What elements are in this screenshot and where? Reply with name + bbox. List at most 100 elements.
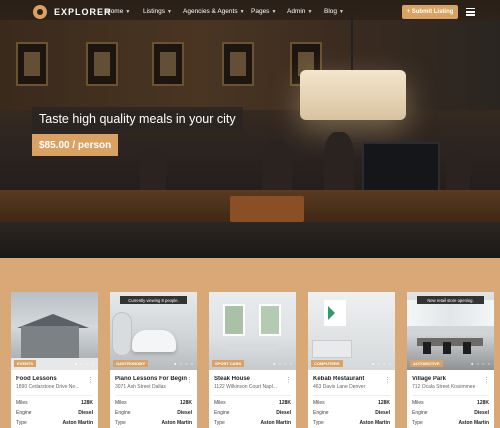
carousel-dots[interactable]: ● ○ ○ ○ [174, 361, 194, 366]
spec-value: Aston Martin [359, 420, 390, 426]
spec-value: Diesel [78, 410, 93, 416]
category-badge[interactable]: COMPUTERS [311, 360, 343, 367]
spec-label: Type [412, 420, 423, 426]
listing-title[interactable]: Village Park [412, 376, 484, 382]
listing-address: 463 Davis Lane Denver [313, 384, 366, 390]
nav-item-home[interactable]: Home ▼ [106, 8, 130, 15]
spec-row: Engine Diesel [115, 410, 192, 416]
more-options-icon[interactable]: ⋮ [87, 377, 94, 384]
nav-item-label: Home [106, 8, 124, 15]
more-options-icon[interactable]: ⋮ [384, 377, 391, 384]
spec-label: Engine [214, 410, 230, 416]
spec-value: Diesel [177, 410, 192, 416]
carousel-dots[interactable]: ● ○ ○ ○ [75, 361, 95, 366]
divider [313, 395, 390, 396]
divider [412, 395, 489, 396]
spec-value: 128K [180, 400, 192, 406]
more-options-icon[interactable]: ⋮ [186, 377, 193, 384]
spec-label: Type [214, 420, 225, 426]
spec-value: Diesel [375, 410, 390, 416]
spec-value: 128K [279, 400, 291, 406]
spec-value: 128K [81, 400, 93, 406]
spec-value: 128K [378, 400, 390, 406]
listing-address: 712 Ocala Street Kissimmee [412, 384, 476, 390]
nav-item-blog[interactable]: Blog ▼ [324, 8, 344, 15]
carousel-dots[interactable]: ● ○ ○ ○ [273, 361, 293, 366]
spec-row: Miles 128K [412, 400, 489, 406]
nav-item-label: Listings [143, 8, 166, 15]
category-badge[interactable]: SPORT CARS [212, 360, 245, 367]
wall-frame [16, 42, 48, 86]
spec-value: Aston Martin [260, 420, 291, 426]
nav-item-listings[interactable]: Listings ▼ [143, 8, 172, 15]
carousel-dots[interactable]: ● ○ ○ ○ [372, 361, 392, 366]
chevron-down-icon: ▼ [307, 9, 313, 15]
spec-label: Miles [16, 400, 28, 406]
more-options-icon[interactable]: ⋮ [285, 377, 292, 384]
menu-icon[interactable] [466, 8, 475, 16]
listing-title[interactable]: Steak House [214, 376, 286, 382]
listing-address: 3071 Ash Street Dallas [115, 384, 166, 390]
hero-person [324, 132, 354, 192]
listing-address: 1890 Cedarstone Drive Ne... [16, 384, 80, 390]
listing-card[interactable]: SPORT CARS ● ○ ○ ○ Steak House 1122 Wilk… [209, 292, 296, 428]
listing-address: 1122 Wilkinson Court Napl... [214, 384, 277, 390]
carousel-dots[interactable]: ● ○ ○ ○ [471, 361, 491, 366]
spec-row: Engine Diesel [412, 410, 489, 416]
spec-value: Diesel [474, 410, 489, 416]
listing-card[interactable]: EVENTS ● ○ ○ ○ Food Lessons 1890 Cedarst… [11, 292, 98, 428]
spec-label: Miles [214, 400, 226, 406]
spec-label: Miles [412, 400, 424, 406]
chevron-down-icon: ▼ [339, 9, 344, 15]
nav-item-agencies[interactable]: Agencies & Agents ▼ [183, 8, 245, 15]
viewing-banner: Currently viewing 8 people. [120, 296, 187, 304]
spec-label: Type [313, 420, 324, 426]
spec-value: Diesel [276, 410, 291, 416]
nav-item-label: Blog [324, 8, 338, 15]
chevron-down-icon: ▼ [125, 9, 131, 15]
more-options-icon[interactable]: ⋮ [483, 377, 490, 384]
hero-person [262, 140, 292, 196]
category-badge[interactable]: EVENTS [14, 360, 37, 367]
spec-value: Aston Martin [161, 420, 192, 426]
hero-monitor [362, 142, 440, 194]
spec-label: Engine [16, 410, 32, 416]
spec-label: Miles [313, 400, 325, 406]
chevron-down-icon: ▼ [239, 9, 245, 15]
listing-title[interactable]: Kebab Restaurant [313, 376, 385, 382]
wall-frame [86, 42, 118, 86]
brand-name[interactable]: EXPLORER [54, 7, 112, 17]
spec-row: Miles 128K [16, 400, 93, 406]
category-badge[interactable]: AUTOMOTIVE [410, 360, 443, 367]
category-badge[interactable]: GASTRONOMY [113, 360, 149, 367]
spec-row: Miles 128K [313, 400, 390, 406]
spec-row: Type Aston Martin [214, 420, 291, 426]
spec-row: Engine Diesel [16, 410, 93, 416]
spec-value: Aston Martin [458, 420, 489, 426]
listing-card[interactable]: New retail store opening. AUTOMOTIVE ● ○… [407, 292, 494, 428]
spec-row: Miles 128K [115, 400, 192, 406]
submit-listing-button[interactable]: + Submit Listing [402, 5, 458, 19]
nav-item-label: Admin [287, 8, 306, 15]
hero-headline: Taste high quality meals in your city [32, 107, 243, 131]
nav-item-admin[interactable]: Admin ▼ [287, 8, 312, 15]
listing-image[interactable] [11, 292, 98, 370]
listing-card[interactable]: Currently viewing 8 people. GASTRONOMY ●… [110, 292, 197, 428]
hero-person [446, 150, 470, 194]
spec-label: Engine [115, 410, 131, 416]
wall-frame [222, 42, 254, 86]
listing-title[interactable]: Food Lessons [16, 376, 88, 382]
spec-label: Engine [313, 410, 329, 416]
spec-row: Type Aston Martin [115, 420, 192, 426]
listing-title[interactable]: Piano Lessons For Beginn... [115, 376, 187, 382]
chevron-down-icon: ▼ [271, 9, 277, 15]
spec-row: Engine Diesel [214, 410, 291, 416]
hero-price[interactable]: $85.00 / person [32, 134, 119, 156]
listing-card[interactable]: COMPUTERS ● ○ ○ ○ Kebab Restaurant 463 D… [308, 292, 395, 428]
listing-image[interactable] [209, 292, 296, 370]
spec-value: 128K [477, 400, 489, 406]
nav-item-pages[interactable]: Pages ▼ [251, 8, 276, 15]
spec-row: Engine Diesel [313, 410, 390, 416]
logo-icon[interactable] [33, 5, 47, 19]
listing-image[interactable] [308, 292, 395, 370]
